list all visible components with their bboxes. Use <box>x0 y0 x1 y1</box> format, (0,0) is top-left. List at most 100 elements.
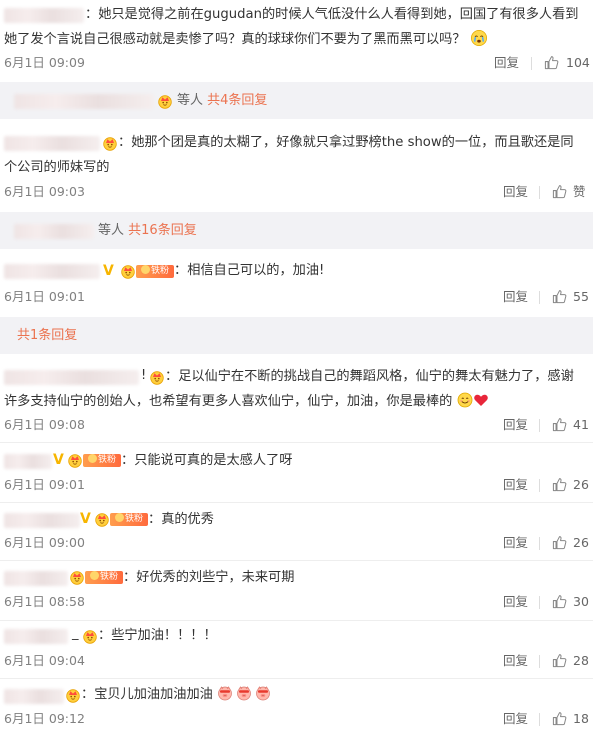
like-thumb-icon[interactable] <box>552 653 567 668</box>
like-count: 18 <box>573 711 589 726</box>
reply-button[interactable]: 回复 <box>503 594 528 610</box>
comment-time: 6月1日 09:08 <box>4 417 85 432</box>
fan-badge: 铁粉 <box>83 454 121 467</box>
reply-summary-bar[interactable]: 等人 共4条回复 <box>0 82 593 119</box>
vip-badge: V <box>80 511 91 527</box>
smile-emoji-icon <box>457 392 473 408</box>
comment-time: 6月1日 09:04 <box>4 653 85 668</box>
like-count: 26 <box>573 477 589 492</box>
like-button[interactable]: 赞 <box>573 184 586 200</box>
comment-colon: ： <box>98 628 112 643</box>
reply-button[interactable]: 回复 <box>503 535 528 551</box>
username-blurred[interactable] <box>14 224 94 239</box>
crown-badge-icon <box>69 569 85 585</box>
comment-colon: ： <box>118 135 132 150</box>
action-divider <box>539 655 540 668</box>
username-suffix: ! <box>141 368 147 383</box>
like-count: 28 <box>573 653 589 668</box>
fan-badge: 铁粉 <box>85 571 123 584</box>
comment-colon: ： <box>174 263 188 278</box>
fan-badge-icon <box>114 513 124 522</box>
comment-colon: ： <box>121 453 135 468</box>
like-count: 104 <box>566 55 590 70</box>
action-divider <box>539 419 540 432</box>
username-blurred[interactable] <box>4 454 52 469</box>
like-thumb-icon[interactable] <box>552 711 567 726</box>
username-suffix: _ <box>72 626 79 641</box>
reply-button[interactable]: 回复 <box>494 55 519 71</box>
fan-badge-icon <box>140 265 150 274</box>
crying-emoji-icon <box>470 29 488 47</box>
comment-text: 只能说可真的是太感人了呀 <box>134 453 293 468</box>
comment-text-continued: 她了发个言说自己很感动就是卖惨了吗？真的球球你们不要为了黑而黑可以吗？ <box>4 32 466 47</box>
comment-time: 6月1日 09:03 <box>4 184 85 199</box>
fan-badge: 铁粉 <box>136 265 174 278</box>
comment-colon: ： <box>123 570 137 585</box>
comment-colon: ： <box>81 687 95 702</box>
like-thumb-icon[interactable] <box>544 55 559 70</box>
action-divider <box>539 291 540 304</box>
reply-button[interactable]: 回复 <box>503 653 528 669</box>
fan-badge-label: 铁粉 <box>124 514 143 524</box>
username-blurred[interactable] <box>4 264 100 279</box>
like-thumb-icon[interactable] <box>552 477 567 492</box>
comment-text: 好优秀的刘些宁，未来可期 <box>136 570 295 585</box>
pig-emoji-icon <box>236 685 252 701</box>
like-thumb-icon[interactable] <box>552 417 567 432</box>
comment-text: 些宁加油！！！！ <box>111 628 217 643</box>
reply-button[interactable]: 回复 <box>503 477 528 493</box>
username-blurred[interactable] <box>4 136 100 151</box>
reply-summary-bar[interactable]: 共1条回复 <box>0 317 593 354</box>
username-blurred[interactable] <box>14 94 154 109</box>
view-replies-link[interactable]: 共1条回复 <box>17 328 77 343</box>
username-blurred[interactable] <box>4 8 84 23</box>
like-thumb-icon[interactable] <box>552 535 567 550</box>
comment-text: 足以仙宁在不断的挑战自己的舞蹈风格，仙宁的舞太有魅力了，感谢 <box>178 369 574 384</box>
fan-badge-icon <box>87 454 97 463</box>
action-divider <box>539 479 540 492</box>
comment-time: 6月1日 09:01 <box>4 289 85 304</box>
reply-button[interactable]: 回复 <box>503 289 528 305</box>
comment-divider <box>0 678 593 679</box>
fan-badge-label: 铁粉 <box>150 266 169 276</box>
fan-badge-label: 铁粉 <box>99 572 118 582</box>
comment-divider <box>0 442 593 443</box>
view-replies-link[interactable]: 共4条回复 <box>207 93 267 108</box>
username-blurred[interactable] <box>4 513 80 528</box>
like-count: 30 <box>573 594 589 609</box>
username-blurred[interactable] <box>4 629 68 644</box>
like-thumb-icon[interactable] <box>552 594 567 609</box>
vip-badge: V <box>53 452 64 468</box>
others-label: 等人 <box>177 93 204 108</box>
vip-badge: V <box>103 263 114 279</box>
action-divider <box>539 596 540 609</box>
reply-summary-bar[interactable]: 等人 共16条回复 <box>0 212 593 249</box>
reply-button[interactable]: 回复 <box>503 711 528 727</box>
others-label: 等人 <box>98 223 125 238</box>
comment-colon: ： <box>85 7 99 22</box>
fan-badge-label: 铁粉 <box>97 455 116 465</box>
crown-badge-icon <box>120 263 136 279</box>
like-count: 26 <box>573 535 589 550</box>
view-replies-link[interactable]: 共16条回复 <box>128 223 197 238</box>
comment-text-continued: 许多支持仙宁的创始人，也希望有更多人喜欢仙宁，仙宁，加油，你是最棒的 <box>4 394 453 409</box>
comment-text: 她那个团是真的太糊了，好像就只拿过野榜the show的一位，而且歌还是同 <box>131 135 574 150</box>
username-blurred[interactable] <box>4 370 139 385</box>
comment-time: 6月1日 09:01 <box>4 477 85 492</box>
action-divider <box>539 713 540 726</box>
reply-button[interactable]: 回复 <box>503 184 528 200</box>
comment-divider <box>0 620 593 621</box>
reply-button[interactable]: 回复 <box>503 417 528 433</box>
comment-time: 6月1日 09:00 <box>4 535 85 550</box>
crown-badge-icon <box>67 452 83 468</box>
username-blurred[interactable] <box>4 571 68 586</box>
crown-badge-icon <box>82 628 98 644</box>
like-thumb-icon[interactable] <box>552 289 567 304</box>
crown-badge-icon <box>157 93 173 109</box>
comment-text: 宝贝儿加油加油加油 <box>94 687 213 702</box>
username-blurred[interactable] <box>4 689 64 704</box>
comment-time: 6月1日 09:09 <box>4 55 85 70</box>
like-thumb-icon[interactable] <box>552 184 567 199</box>
comment-text: 她只是觉得之前在gugudan的时候人气低没什么人看得到她，回国了有很多人看到 <box>98 7 579 22</box>
comment-text: 真的优秀 <box>161 512 214 527</box>
